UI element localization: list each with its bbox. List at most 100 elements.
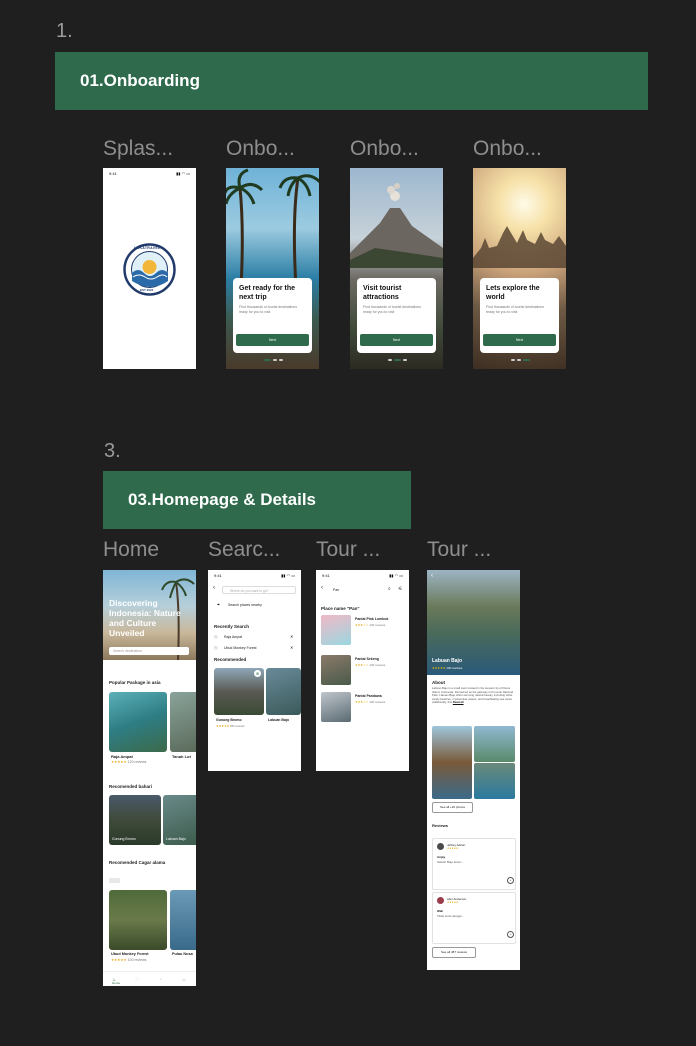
onboarding-heading: Lets explore the world: [486, 285, 540, 301]
star-rating-icon: ★★★★★: [447, 901, 459, 904]
palm-tree-image: [226, 168, 319, 288]
back-arrow-icon[interactable]: ‹: [321, 585, 323, 591]
frame-label-search[interactable]: Searc...: [208, 538, 301, 562]
plus-icon[interactable]: +: [507, 931, 514, 938]
onboarding-body: Find thousands of tourist destinations r…: [363, 305, 421, 314]
recommended-item-reviews: 88 reviews: [230, 724, 245, 728]
bookmark-icon[interactable]: ⊕: [254, 670, 261, 677]
onboarding-banner-title: 01.Onboarding: [80, 71, 200, 90]
photo-thumbnail[interactable]: [474, 763, 515, 799]
nearby-label[interactable]: Search places nearby: [228, 603, 262, 607]
cagar-item-name: Pulau Nusa: [172, 952, 193, 956]
onboarding-body: Find thousands of tourist destinations r…: [486, 305, 544, 314]
see-all-photos-button[interactable]: See all +20 photos: [432, 802, 473, 813]
filter-chip[interactable]: [109, 878, 120, 883]
star-rating-icon: ★★★★★ 100 reviews: [111, 958, 147, 962]
review-card: Jeffrey Adrian ★★★★★ Anjay Selesh Bajo k…: [432, 838, 516, 890]
about-text-body: Labuan Bajo is a small town located in t…: [432, 686, 514, 705]
status-icons: ▮▮ ◠ ▭: [281, 573, 295, 578]
cagar-card-image[interactable]: [170, 890, 196, 950]
popular-card-image[interactable]: [109, 692, 167, 752]
homepage-banner: 03.Homepage & Details: [103, 471, 411, 529]
avatar: [437, 897, 444, 904]
tour-item-reviews: 100 reviews: [369, 623, 386, 627]
status-icons: ▮▮ ◠ ▭: [389, 573, 403, 578]
frame-label-onboarding-3[interactable]: Onbo...: [473, 137, 566, 161]
frame-label-onboarding-2[interactable]: Onbo...: [350, 137, 443, 161]
frame-label-tour-list[interactable]: Tour ...: [316, 538, 409, 562]
recommended-item-name: Labuan Bajo: [268, 718, 290, 722]
search-input[interactable]: Where do you want to go?: [222, 586, 296, 594]
cagar-item-name: Ubud Monkey Forest: [111, 952, 149, 956]
close-icon[interactable]: ✕: [290, 634, 293, 639]
tour-item-image[interactable]: [321, 615, 351, 645]
recent-title: Recently Search: [214, 624, 250, 629]
reviews-title: Reviews: [432, 823, 449, 828]
status-bar: 9:41 ▮▮ ◠ ▭: [316, 570, 409, 581]
back-arrow-icon[interactable]: ‹: [431, 573, 433, 579]
onboarding-frame-3[interactable]: Lets explore the world Find thousands of…: [473, 168, 566, 369]
star-rating-icon: ★★★★★: [447, 847, 459, 850]
popular-title: Popular Package in asia: [109, 680, 161, 685]
popular-card-image[interactable]: [170, 692, 196, 752]
back-arrow-icon[interactable]: ‹: [213, 585, 215, 591]
recent-item[interactable]: Raja Ampat: [224, 635, 242, 639]
tour-item-image[interactable]: [321, 655, 351, 685]
onboarding-frame-1[interactable]: Get ready for the next trip Find thousan…: [226, 168, 319, 369]
bell-tab-icon[interactable]: ◔: [159, 977, 162, 983]
cagar-card-image[interactable]: [109, 890, 167, 950]
search-frame[interactable]: 9:41 ▮▮ ◠ ▭ ‹ Where do you want to go? ⌖ …: [208, 570, 301, 771]
tour-item-name[interactable]: Pantai Pink Lombok: [355, 617, 388, 621]
onboarding-frame-2[interactable]: Visit tourist attractions Find thousands…: [350, 168, 443, 369]
home-search-input[interactable]: Search destination: [109, 647, 189, 655]
result-title: Place name "Pan": [321, 606, 360, 611]
tour-list-frame[interactable]: 9:41 ▮▮ ◠ ▭ ‹ Pan ⌕ ⚟ Place name "Pan" Pa…: [316, 570, 409, 771]
clock-icon: ◷: [214, 645, 218, 650]
close-icon[interactable]: ✕: [290, 645, 293, 650]
avatar: [437, 843, 444, 850]
temple-image: [473, 226, 566, 268]
onboarding-body: Find thousands of tourist destinations r…: [239, 305, 297, 314]
photo-thumbnail[interactable]: [432, 726, 472, 799]
tour-item-image[interactable]: [321, 692, 351, 722]
next-button[interactable]: Next: [360, 334, 433, 346]
review-title: Wah: [437, 909, 444, 913]
popular-item-name: Raja Ampat: [111, 754, 133, 759]
search-icon[interactable]: ⌕: [388, 586, 391, 592]
detail-place-name: Labuan Bajo: [432, 658, 463, 664]
tour-item-name[interactable]: Pantai Sekeng: [355, 657, 379, 661]
next-button[interactable]: Next: [236, 334, 309, 346]
next-button[interactable]: Next: [483, 334, 556, 346]
cagar-item-reviews: 100 reviews: [127, 958, 147, 962]
read-all-link[interactable]: Read all: [453, 700, 464, 705]
frame-label-tour-detail[interactable]: Tour ...: [427, 538, 520, 562]
tour-item-name[interactable]: Pantai Pandawa: [355, 694, 382, 698]
frame-label-onboarding-1[interactable]: Onbo...: [226, 137, 319, 161]
status-bar: 9:41 ▮▮ ◠ ▭: [103, 168, 196, 179]
filter-icon[interactable]: ⚟: [398, 586, 402, 592]
star-rating-icon: ★★★☆☆ 100 reviews: [355, 700, 386, 704]
page-indicator: [388, 359, 407, 361]
heart-tab-icon[interactable]: ♡: [135, 977, 139, 983]
logo-est: EST 2024: [140, 288, 154, 292]
bahari-title: Recomended bahari: [109, 784, 153, 789]
recommended-card-image[interactable]: [266, 668, 301, 715]
star-rating-icon: ★★★★★ 100 reviews: [432, 666, 463, 670]
see-all-reviews-button[interactable]: See all 487 reviews: [432, 947, 476, 958]
frame-label-home[interactable]: Home: [103, 538, 196, 562]
bahari-item-name: Gunung Bromo: [112, 837, 136, 841]
star-rating-icon: ★★★★★ 120 reviews: [111, 760, 147, 764]
tour-detail-frame[interactable]: ‹ Labuan Bajo ★★★★★ 100 reviews About La…: [427, 570, 520, 970]
search-value[interactable]: Pan: [333, 588, 339, 592]
review-title: Anjay: [437, 855, 446, 859]
plus-icon[interactable]: +: [507, 877, 514, 884]
about-title: About: [432, 680, 445, 685]
frame-label-splash[interactable]: Splas...: [103, 137, 196, 161]
page-indicator: [264, 359, 283, 361]
home-frame[interactable]: Discovering Indonesia: Nature and Cultur…: [103, 570, 196, 986]
tour-item-reviews: 100 reviews: [369, 663, 386, 667]
splash-frame[interactable]: 9:41 ▮▮ ◠ ▭ LOKATRAVEL EST 2024: [103, 168, 196, 369]
recent-item[interactable]: Ubud Monkey Forest: [224, 646, 257, 650]
profile-tab-icon[interactable]: ☺: [181, 977, 186, 983]
photo-thumbnail[interactable]: [474, 726, 515, 762]
